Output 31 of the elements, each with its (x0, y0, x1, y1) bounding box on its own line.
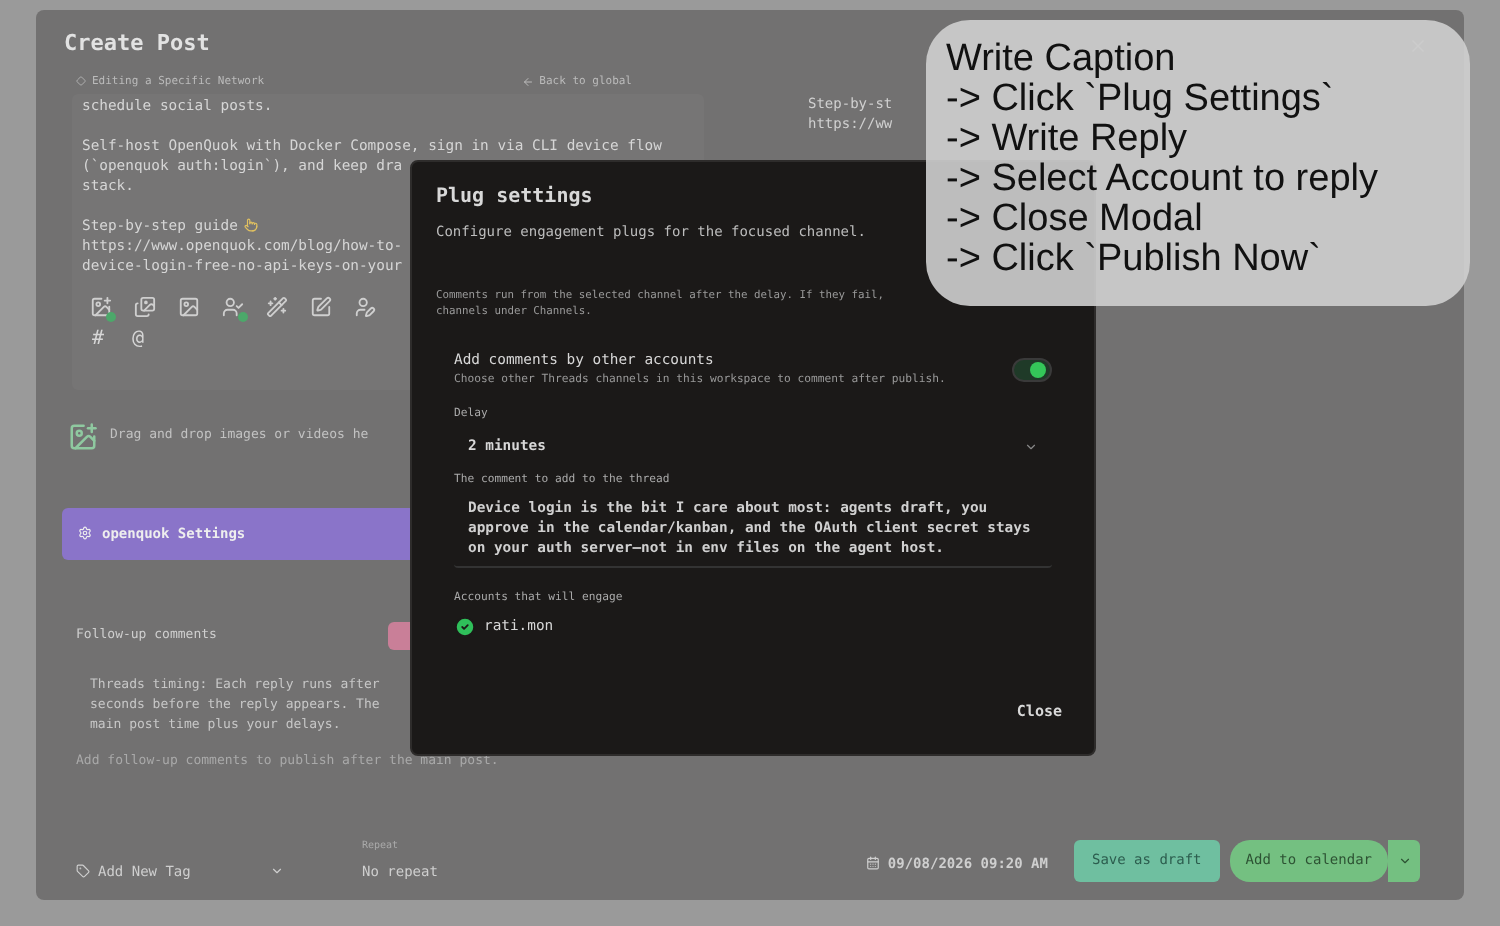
image-plus-icon[interactable] (90, 295, 112, 318)
tag-icon (76, 864, 90, 879)
chevron-icon (1397, 854, 1411, 868)
caption-line: -> Click `Plug Settings` (946, 80, 1336, 120)
image-icon[interactable] (178, 295, 200, 318)
chevron-icon (1024, 439, 1038, 454)
user-edit-icon[interactable] (354, 295, 376, 318)
wand-icon[interactable] (266, 295, 288, 318)
media-icon (68, 421, 98, 452)
calendar-icon (865, 856, 880, 871)
symbol-button[interactable]: # (92, 329, 105, 350)
chevron-icon[interactable] (270, 864, 284, 879)
panel-title: Create Post (64, 28, 210, 60)
settings-icon (78, 526, 92, 541)
add-follow-up-button[interactable] (388, 621, 412, 650)
caption-line: -> Write Reply (946, 120, 1190, 160)
caption-line: -> Click `Publish Now` (946, 240, 1323, 280)
caption-line: Write Caption (946, 40, 1178, 80)
user-icon[interactable] (222, 295, 244, 318)
modal-title: Plug settings (436, 183, 595, 212)
dropdown-button[interactable] (1388, 840, 1420, 882)
caption-line: -> Close Modal (946, 200, 1205, 240)
check-icon (454, 615, 476, 638)
symbol-button[interactable]: @ (132, 329, 145, 350)
edit-icon[interactable] (310, 295, 332, 318)
back-arrow-icon (521, 75, 534, 88)
diamond-icon (76, 76, 86, 87)
caption-line: -> Select Account to reply (946, 160, 1380, 200)
images-icon[interactable] (134, 295, 156, 318)
toggle-switch[interactable] (1012, 357, 1052, 382)
pointing-hand-icon (243, 218, 258, 233)
